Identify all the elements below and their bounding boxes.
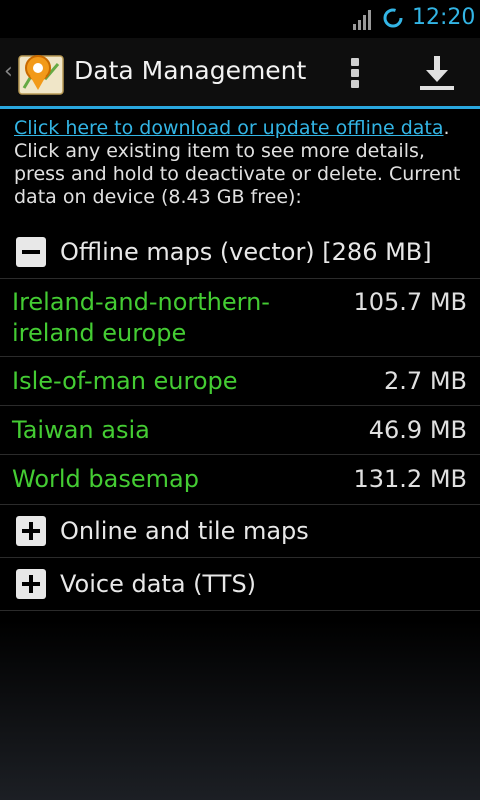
collapse-icon[interactable]: [16, 237, 46, 267]
group-offline-maps[interactable]: Offline maps (vector) [286 MB]: [0, 226, 480, 279]
item-size: 105.7 MB: [353, 288, 467, 316]
download-update-link[interactable]: Click here to download or update offline…: [14, 117, 444, 139]
action-bar: ‹ Data Management: [0, 38, 480, 109]
item-name: Taiwan asia: [12, 416, 150, 444]
item-size: 46.9 MB: [368, 416, 467, 444]
download-icon[interactable]: [412, 50, 462, 96]
item-size: 131.2 MB: [353, 465, 467, 493]
item-size: 2.7 MB: [384, 367, 467, 395]
sync-icon: [383, 8, 403, 28]
page-title: Data Management: [74, 56, 307, 85]
list-item[interactable]: Ireland-and-northern-ireland europe 105.…: [0, 278, 480, 357]
app-logo-icon[interactable]: [16, 48, 66, 98]
info-body: Click any existing item to see more deta…: [14, 140, 461, 208]
status-time: 12:20: [412, 5, 476, 30]
group-label: Online and tile maps: [60, 517, 309, 545]
group-label: Offline maps (vector) [286 MB]: [60, 238, 432, 266]
list-item[interactable]: World basemap 131.2 MB: [0, 455, 480, 505]
item-name: Isle-of-man europe: [12, 367, 238, 395]
list-item[interactable]: Isle-of-man europe 2.7 MB: [0, 357, 480, 406]
group-online-tile-maps[interactable]: Online and tile maps: [0, 505, 480, 558]
group-voice-data[interactable]: Voice data (TTS): [0, 558, 480, 611]
item-name: World basemap: [12, 465, 199, 493]
list-item[interactable]: Taiwan asia 46.9 MB: [0, 406, 480, 455]
overflow-menu-icon[interactable]: [340, 52, 370, 92]
status-bar: 12:20: [0, 0, 480, 38]
item-name: Ireland-and-northern-ireland europe: [12, 288, 270, 347]
signal-icon: [353, 10, 371, 30]
expand-icon[interactable]: [16, 569, 46, 599]
back-chevron-icon[interactable]: ‹: [4, 60, 16, 84]
expand-icon[interactable]: [16, 516, 46, 546]
info-text: Click here to download or update offline…: [14, 117, 461, 208]
group-label: Voice data (TTS): [60, 570, 257, 598]
